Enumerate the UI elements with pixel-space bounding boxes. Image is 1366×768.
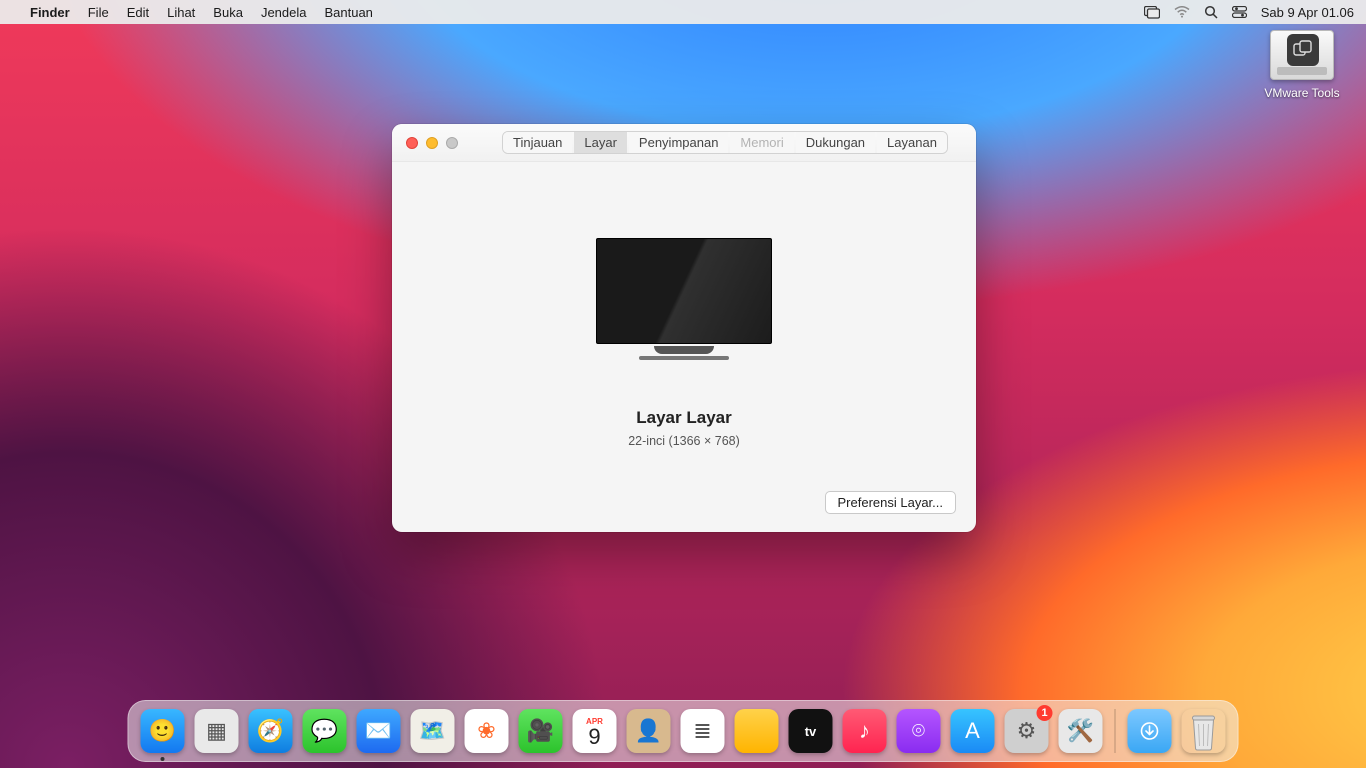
display-base-icon [639,356,729,360]
display-resolution-label: 22-inci (1366 × 768) [628,434,740,448]
dock-app-appstore[interactable]: A [951,709,995,753]
dock-app-messages[interactable]: 💬 [303,709,347,753]
app-menu[interactable]: Finder [30,5,70,20]
tab-overview[interactable]: Tinjauan [503,132,572,153]
menu-bar: Finder File Edit Lihat Buka Jendela Bant… [0,0,1366,24]
dock-app-photos[interactable]: ❀ [465,709,509,753]
about-this-mac-window: Tinjauan Layar Penyimpanan Memori Dukung… [392,124,976,532]
dock-app-finder[interactable]: 🙂 [141,709,185,753]
window-titlebar[interactable]: Tinjauan Layar Penyimpanan Memori Dukung… [392,124,976,162]
badge-icon: 1 [1037,705,1053,721]
dock-app-settings[interactable]: ⚙︎1 [1005,709,1049,753]
control-center-icon[interactable] [1232,6,1247,18]
menu-clock[interactable]: Sab 9 Apr 01.06 [1261,5,1354,20]
vmware-badge-icon [1287,34,1319,66]
dock-app-utility[interactable]: 🛠️ [1059,709,1103,753]
window-minimize-button[interactable] [426,137,438,149]
menu-window[interactable]: Jendela [261,5,307,20]
display-stand-icon [654,346,714,354]
menu-edit[interactable]: Edit [127,5,149,20]
dock-separator [1115,709,1116,753]
screen-mirroring-icon[interactable] [1144,6,1160,19]
menu-go[interactable]: Buka [213,5,243,20]
disk-icon [1270,30,1334,80]
desktop-icon-vmware-tools[interactable]: VMware Tools [1254,30,1350,100]
display-preferences-button[interactable]: Preferensi Layar... [825,491,957,514]
wifi-icon[interactable] [1174,6,1190,18]
display-thumbnail-icon [596,238,772,344]
tab-service[interactable]: Layanan [877,132,947,153]
menu-file[interactable]: File [88,5,109,20]
dock-app-calendar[interactable]: APR9 [573,709,617,753]
tab-storage[interactable]: Penyimpanan [629,132,729,153]
running-indicator-icon [161,757,165,761]
dock-app-tv[interactable]: tv [789,709,833,753]
spotlight-icon[interactable] [1204,5,1218,19]
window-zoom-button [446,137,458,149]
dock-app-reminders[interactable]: ≣ [681,709,725,753]
window-tabbar: Tinjauan Layar Penyimpanan Memori Dukung… [502,131,948,154]
dock-downloads[interactable] [1128,709,1172,753]
window-close-button[interactable] [406,137,418,149]
dock-app-notes[interactable] [735,709,779,753]
tab-support[interactable]: Dukungan [796,132,875,153]
menu-help[interactable]: Bantuan [324,5,372,20]
tab-display[interactable]: Layar [574,132,627,153]
desktop-icon-label: VMware Tools [1254,86,1350,100]
dock-app-facetime[interactable]: 🎥 [519,709,563,753]
dock-app-podcasts[interactable]: ⌾ [897,709,941,753]
tab-memory[interactable]: Memori [730,132,793,153]
display-name-label: Layar Layar [636,408,731,428]
dock-app-maps[interactable]: 🗺️ [411,709,455,753]
dock-app-mail[interactable]: ✉️ [357,709,401,753]
dock-app-contacts[interactable]: 👤 [627,709,671,753]
dock: 🙂▦🧭💬✉️🗺️❀🎥APR9👤≣ tv♪⌾A⚙︎1🛠️ [128,700,1239,762]
menu-view[interactable]: Lihat [167,5,195,20]
dock-app-launchpad[interactable]: ▦ [195,709,239,753]
dock-app-music[interactable]: ♪ [843,709,887,753]
dock-app-safari[interactable]: 🧭 [249,709,293,753]
dock-trash[interactable] [1182,709,1226,753]
